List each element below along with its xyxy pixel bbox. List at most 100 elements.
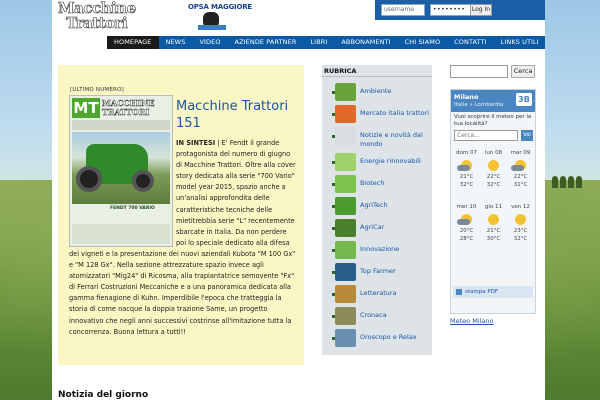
print-pdf-button[interactable]: stampa PDF bbox=[453, 286, 533, 298]
weather-header: Milano Italia » Lombardia 3B bbox=[451, 90, 535, 112]
nav-item-abbonamenti[interactable]: ABBONAMENTI bbox=[334, 36, 397, 49]
weather-breadcrumb: Italia » Lombardia bbox=[454, 102, 504, 108]
cover-thumbs bbox=[72, 224, 170, 244]
feature-box: [ULTIMO NUMERO] MT MACCHINE TRATTORI FEN… bbox=[58, 65, 304, 365]
rubrica-item-letteratura[interactable]: Letteratura bbox=[324, 284, 430, 306]
cloud-icon bbox=[457, 219, 470, 225]
rubrica-item-label: Ambiente bbox=[360, 87, 392, 95]
forecast-day-label: mer 10 bbox=[456, 204, 477, 210]
weather-question: Vuoi scoprire il meteo per la tua locali… bbox=[454, 114, 532, 127]
nav-item-libri[interactable]: LIBRI bbox=[303, 36, 334, 49]
rubrica-item-biotech[interactable]: Biotech bbox=[324, 174, 430, 196]
bulb-green-icon bbox=[335, 241, 356, 259]
search-button[interactable]: Cerca bbox=[511, 65, 535, 78]
feature-title[interactable]: Macchine Trattori 151 bbox=[176, 98, 304, 132]
cover-caption: FENDT 700 VARIO bbox=[110, 206, 155, 211]
cover-logo: MT bbox=[72, 98, 100, 118]
main-nav: HOMEPAGE NEWS VIDEO AZIENDE PARTNER LIBR… bbox=[52, 36, 545, 50]
rubrica-item-agricar[interactable]: AgriCar bbox=[324, 218, 430, 240]
rubrica-item-agritech[interactable]: AgriTech bbox=[324, 196, 430, 218]
rubrica-item-mercato[interactable]: Mercato italia trattori bbox=[324, 104, 430, 126]
magazine-cover[interactable]: MT MACCHINE TRATTORI FENDT 700 VARIO bbox=[69, 95, 173, 247]
rubrica-item-label: AgriCar bbox=[360, 223, 385, 231]
site-logo[interactable]: Macchine Trattori bbox=[58, 0, 162, 32]
rubrica-item-label: Notizie e novità dal mondo bbox=[360, 131, 423, 148]
nav-item-aziende-partner[interactable]: AZIENDE PARTNER bbox=[228, 36, 304, 49]
forecast-temp-1: 22°C bbox=[486, 174, 501, 180]
bull-icon bbox=[203, 12, 219, 26]
rubrica-title: RUBRICA bbox=[322, 65, 432, 77]
forecast-day: lun 08 22°C 32°C bbox=[480, 148, 507, 198]
forecast-temp-2: 30°C bbox=[486, 236, 501, 242]
nav-item-video[interactable]: VIDEO bbox=[192, 36, 227, 49]
forecast-temp-2: 32°C bbox=[513, 236, 528, 242]
rubrica-item-label: Mercato italia trattori bbox=[360, 109, 430, 117]
car-icon bbox=[335, 219, 356, 237]
nav-item-homepage[interactable]: HOMEPAGE bbox=[107, 36, 159, 49]
meteo-milano-link[interactable]: Meteo Milano bbox=[450, 317, 494, 325]
rubrica-item-label: Energie rinnovabili bbox=[360, 157, 421, 165]
rubrica-item-label: Innovazione bbox=[360, 245, 400, 253]
forecast-day-label: lun 08 bbox=[484, 150, 503, 156]
forecast-temp-2: 31°C bbox=[513, 182, 528, 188]
partner-logo-band bbox=[198, 25, 226, 30]
rubrica-item-cronaca[interactable]: Cronaca bbox=[324, 306, 430, 328]
tractor-wheel-icon bbox=[76, 166, 102, 192]
nav-item-news[interactable]: NEWS bbox=[159, 36, 193, 49]
logo-line-2: Trattori bbox=[66, 14, 128, 32]
password-field[interactable]: •••••••• bbox=[430, 4, 474, 16]
username-field[interactable]: username bbox=[381, 4, 425, 16]
rubrica-item-label: Top Farmer bbox=[360, 267, 396, 275]
section-title-notizia: Notizia del giorno bbox=[58, 390, 149, 400]
weather-search-input[interactable]: Cerca... bbox=[454, 130, 518, 141]
cover-title-line-2: TRATTORI bbox=[102, 107, 150, 117]
forecast-temp-1: 23°C bbox=[513, 228, 528, 234]
forecast-day-label: mar 09 bbox=[510, 150, 531, 156]
forecast-day: mar 09 22°C 31°C bbox=[507, 148, 534, 198]
feature-body-bottom: dei vigneti e la presentazione dei nuovi… bbox=[69, 250, 296, 336]
login-button[interactable]: Log In bbox=[470, 4, 492, 16]
weather-widget: Milano Italia » Lombardia 3B Vuoi scopri… bbox=[450, 89, 536, 314]
partner-logo-text: OPSA MAGGIORE bbox=[188, 3, 252, 11]
weather-city[interactable]: Milano bbox=[454, 93, 478, 101]
main-content: [ULTIMO NUMERO] MT MACCHINE TRATTORI FEN… bbox=[52, 50, 545, 400]
forecast-day: mer 10 20°C 28°C bbox=[453, 202, 480, 252]
leaf-icon bbox=[335, 197, 356, 215]
forecast-temp-2: 28°C bbox=[459, 236, 474, 242]
rubrica-item-energie[interactable]: Energie rinnovabili bbox=[324, 152, 430, 174]
forecast-temp-1: 21°C bbox=[459, 174, 474, 180]
rubrica-item-notizie[interactable]: Notizie e novità dal mondo bbox=[324, 126, 430, 152]
feature-lead: IN SINTESI bbox=[176, 139, 216, 147]
search-input[interactable] bbox=[450, 65, 508, 78]
forecast-temp-1: 22°C bbox=[513, 174, 528, 180]
bulb-icon bbox=[335, 153, 356, 171]
forecast-day: dom 07 21°C 32°C bbox=[453, 148, 480, 198]
nav-item-links-utili[interactable]: LINKS UTILI bbox=[494, 36, 546, 49]
sun-icon bbox=[515, 214, 526, 225]
nav-item-contatti[interactable]: CONTATTI bbox=[447, 36, 493, 49]
rubrica-panel: RUBRICA Ambiente Mercato italia trattori… bbox=[322, 65, 432, 355]
rubrica-item-innovazione[interactable]: Innovazione bbox=[324, 240, 430, 262]
weather-logo: 3B bbox=[516, 93, 532, 106]
rubrica-item-label: Letteratura bbox=[360, 289, 397, 297]
partner-logo[interactable]: OPSA MAGGIORE bbox=[164, 1, 264, 35]
feature-tag: [ULTIMO NUMERO] bbox=[70, 87, 124, 93]
person-icon bbox=[335, 263, 356, 281]
nav-item-chi-siamo[interactable]: CHI SIAMO bbox=[398, 36, 448, 49]
molecule-icon bbox=[335, 175, 356, 193]
login-bar: username •••••••• Log In bbox=[375, 0, 545, 20]
rubrica-item-top-farmer[interactable]: Top Farmer bbox=[324, 262, 430, 284]
rubrica-item-label: AgriTech bbox=[360, 201, 388, 209]
rubrica-item-label: Oroscopo e Relax bbox=[360, 333, 417, 341]
forecast-temp-2: 32°C bbox=[486, 182, 501, 188]
cover-title: MACCHINE TRATTORI bbox=[102, 98, 155, 117]
tractor-wheel-icon bbox=[132, 170, 154, 192]
rubrica-item-ambiente[interactable]: Ambiente bbox=[324, 82, 430, 104]
book-icon bbox=[335, 285, 356, 303]
cover-strip bbox=[72, 120, 170, 130]
forecast-day-label: ven 12 bbox=[511, 204, 530, 210]
weather-go-button[interactable]: Vai bbox=[521, 130, 533, 141]
landscape-icon bbox=[335, 83, 356, 101]
forecast-temp-2: 32°C bbox=[459, 182, 474, 188]
rubrica-item-oroscopo[interactable]: Oroscopo e Relax bbox=[324, 328, 430, 350]
